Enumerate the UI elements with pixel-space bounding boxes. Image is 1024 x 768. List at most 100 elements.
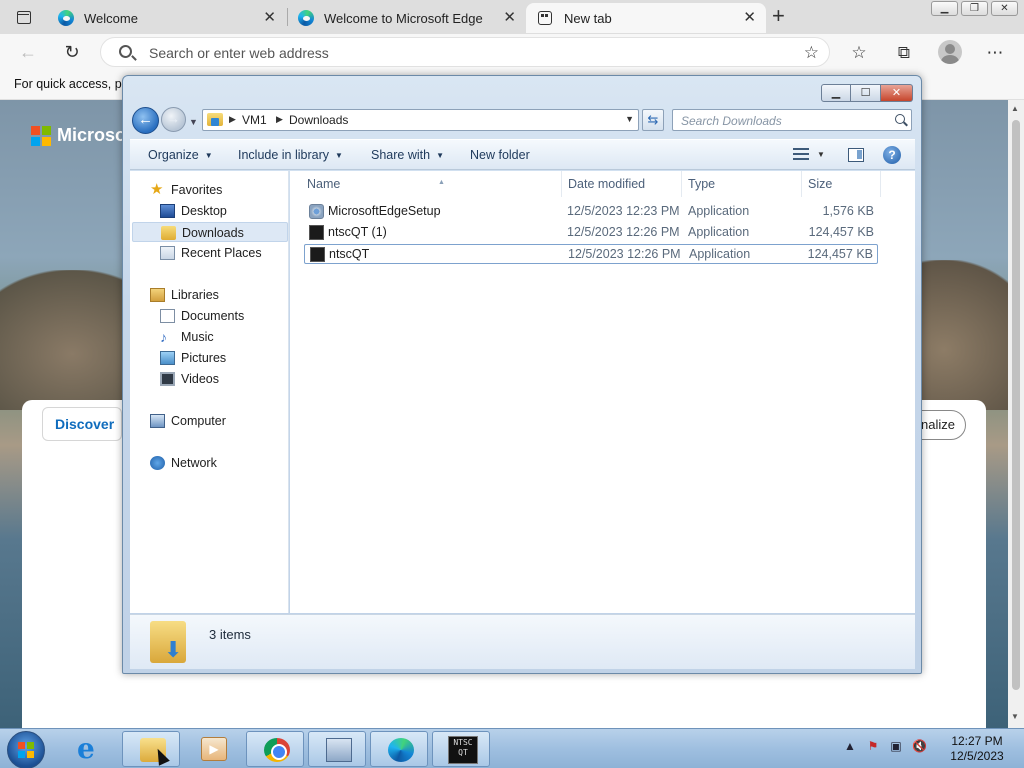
organize-button[interactable]: Organize ▼ — [148, 148, 213, 162]
column-header-date-modified[interactable]: Date modified — [561, 171, 682, 197]
scroll-up-icon[interactable]: ▲ — [1011, 104, 1019, 113]
back-arrow-icon[interactable]: ← — [16, 40, 40, 64]
taskbar-chrome[interactable] — [246, 731, 304, 767]
breadcrumb-vm1[interactable]: VM1 — [242, 113, 267, 127]
sort-ascending-icon: ▲ — [438, 179, 445, 186]
include-in-library-button[interactable]: Include in library ▼ — [238, 148, 343, 162]
new-tab-plus-icon[interactable]: + — [772, 4, 785, 28]
volume-muted-icon[interactable]: 🔇 — [912, 739, 927, 753]
nav-desktop[interactable]: Desktop — [160, 201, 280, 221]
preview-pane-icon[interactable] — [848, 148, 864, 162]
taskbar-edge[interactable] — [370, 731, 428, 767]
breadcrumb-downloads[interactable]: Downloads — [289, 113, 348, 127]
column-header-size[interactable]: Size — [801, 171, 881, 197]
desktop-icon — [160, 204, 175, 218]
nav-libraries[interactable]: Libraries — [150, 285, 280, 305]
minimize-icon[interactable]: ▁ — [821, 84, 851, 102]
column-header-name[interactable]: Name ▲ — [300, 171, 562, 197]
taskbar-ntscqt[interactable]: NTSC QT — [432, 731, 490, 767]
maximize-icon[interactable]: ❐ — [961, 1, 988, 16]
taskbar-media-player[interactable]: ▶ — [184, 731, 242, 767]
profile-avatar[interactable] — [938, 40, 962, 64]
nav-computer[interactable]: Computer — [150, 411, 280, 431]
share-with-button[interactable]: Share with ▼ — [371, 148, 444, 162]
scrollbar-thumb[interactable] — [1012, 120, 1020, 690]
search-icon — [119, 45, 132, 58]
discover-button[interactable]: Discover — [42, 407, 122, 441]
folder-icon — [207, 113, 223, 126]
minimize-icon[interactable]: ▁ — [931, 1, 958, 16]
nav-favorites[interactable]: ★ Favorites — [150, 180, 280, 200]
chevron-down-icon[interactable]: ▼ — [625, 114, 634, 124]
close-icon[interactable]: ✕ — [263, 10, 276, 26]
installer-icon — [309, 204, 324, 219]
taskbar-on-screen-keyboard[interactable] — [308, 731, 366, 767]
add-favorite-icon[interactable]: ☆ — [804, 43, 819, 63]
nav-network[interactable]: Network — [150, 453, 280, 473]
column-header-type[interactable]: Type — [681, 171, 802, 197]
more-options-icon[interactable]: ⋯ — [984, 42, 1006, 64]
network-status-icon[interactable]: ▣ — [889, 739, 903, 753]
tab-label: New tab — [564, 10, 612, 26]
nav-documents[interactable]: Documents — [160, 306, 280, 326]
help-icon[interactable]: ? — [883, 146, 901, 164]
close-icon[interactable]: ✕ — [991, 1, 1018, 16]
show-hidden-icons-icon[interactable]: ▲ — [843, 739, 857, 753]
address-bar[interactable]: Search or enter web address ☆ — [100, 37, 830, 67]
chevron-down-icon[interactable]: ▼ — [817, 150, 825, 159]
browser-toolbar: ← ↻ Search or enter web address ☆ ☆ ⧉ ⋯ — [0, 34, 1024, 70]
new-folder-button[interactable]: New folder — [470, 148, 530, 162]
chrome-icon — [264, 738, 290, 762]
refresh-button[interactable]: ⇆ — [642, 109, 664, 131]
tab-new-tab[interactable]: New tab ✕ — [526, 3, 766, 33]
tab-welcome-to-edge[interactable]: Welcome to Microsoft Edge ✕ — [286, 3, 526, 33]
nav-recent-places[interactable]: Recent Places — [160, 243, 285, 263]
recent-pages-dropdown-icon[interactable]: ▼ — [189, 117, 198, 127]
keyboard-icon — [326, 738, 352, 762]
breadcrumb[interactable]: ▶ VM1 ▶ Downloads ▼ — [202, 109, 639, 131]
ntscqt-app-icon — [309, 225, 324, 240]
file-row[interactable]: ntscQT (1) 12/5/2023 12:26 PM Applicatio… — [304, 223, 878, 243]
file-row[interactable]: MicrosoftEdgeSetup 12/5/2023 12:23 PM Ap… — [304, 202, 878, 222]
back-button[interactable]: ← — [132, 107, 159, 134]
search-input[interactable]: Search Downloads — [672, 109, 912, 131]
documents-icon — [160, 309, 175, 323]
nav-downloads[interactable]: Downloads — [132, 222, 288, 242]
start-button[interactable] — [7, 731, 45, 768]
forward-button[interactable]: → — [161, 107, 186, 132]
star-icon: ★ — [150, 181, 164, 198]
action-center-icon[interactable]: ⚑ — [866, 739, 880, 753]
tab-welcome[interactable]: Welcome ✕ — [46, 3, 286, 33]
microsoft-logo-icon — [31, 125, 51, 146]
music-icon: ♪ — [160, 329, 167, 345]
nav-videos[interactable]: Videos — [160, 369, 280, 389]
close-icon[interactable]: ✕ — [881, 84, 913, 102]
computer-icon — [150, 414, 165, 428]
details-pane: 3 items — [130, 614, 915, 669]
windows-logo-icon — [18, 742, 34, 758]
refresh-icon[interactable]: ↻ — [60, 40, 84, 64]
maximize-icon[interactable]: ☐ — [851, 84, 881, 102]
downloads-folder-icon — [161, 226, 176, 240]
recent-places-icon — [160, 246, 175, 260]
taskbar-internet-explorer[interactable]: e — [60, 731, 118, 767]
page-scrollbar[interactable]: ▲ ▼ — [1008, 100, 1024, 728]
browser-tab-strip: Welcome ✕ Welcome to Microsoft Edge ✕ Ne… — [0, 0, 1024, 34]
favorites-icon[interactable]: ☆ — [848, 42, 870, 64]
view-options-icon[interactable] — [793, 148, 809, 161]
nav-pictures[interactable]: Pictures — [160, 348, 280, 368]
taskbar-file-explorer[interactable] — [122, 731, 180, 767]
search-placeholder: Search Downloads — [681, 114, 782, 128]
collections-icon[interactable]: ⧉ — [893, 42, 915, 64]
nav-music[interactable]: ♪ Music — [160, 327, 280, 347]
file-row[interactable]: ntscQT 12/5/2023 12:26 PM Application 12… — [304, 244, 878, 264]
tab-actions-icon[interactable] — [10, 6, 38, 28]
media-player-icon: ▶ — [201, 737, 227, 761]
close-icon[interactable]: ✕ — [503, 10, 516, 26]
chevron-right-icon[interactable]: ▶ — [229, 114, 236, 125]
search-icon[interactable] — [895, 114, 905, 124]
scroll-down-icon[interactable]: ▼ — [1011, 712, 1019, 721]
close-icon[interactable]: ✕ — [743, 10, 756, 26]
taskbar-clock[interactable]: 12:27 PM 12/5/2023 — [938, 734, 1016, 764]
chevron-right-icon[interactable]: ▶ — [276, 114, 283, 125]
